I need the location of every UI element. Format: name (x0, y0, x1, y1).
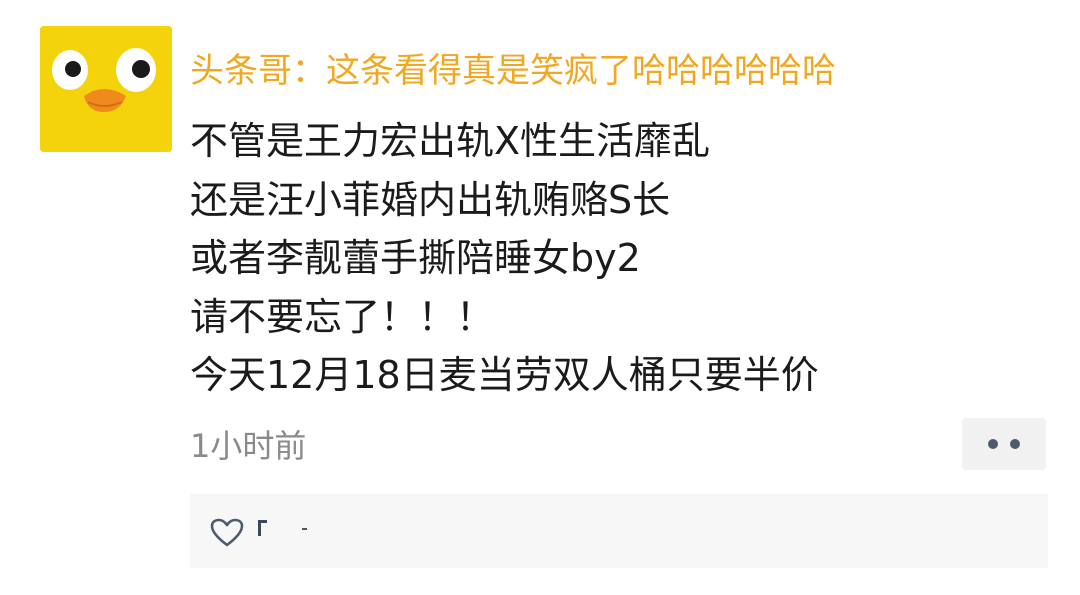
comment-line: 还是汪小菲婚内出轨贿赂S长 (190, 177, 671, 222)
comment-count-icon[interactable] (258, 520, 268, 536)
comment-timestamp: 1小时前 (190, 427, 307, 465)
more-dot-icon (1010, 439, 1020, 449)
comment-line: 不管是王力宏出轨X性生活靡乱 (190, 119, 711, 163)
comment-username[interactable]: 头条哥：这条看得真是笑疯了哈哈哈哈哈哈 (190, 48, 836, 94)
action-bar (190, 494, 1048, 568)
avatar[interactable] (40, 26, 172, 152)
divider (302, 528, 307, 530)
comment-body: 不管是王力宏出轨X性生活靡乱 还是汪小菲婚内出轨贿赂S长 或者李靓蕾手撕陪睡女b… (190, 112, 819, 405)
comment-line: 或者李靓蕾手撕陪睡女by2 (190, 236, 641, 280)
more-dot-icon (988, 439, 998, 449)
more-options-button[interactable] (962, 418, 1046, 470)
comment-line: 请不要忘了！！！ (190, 294, 495, 339)
duck-avatar-icon (40, 26, 172, 152)
comment-line: 今天12月18日麦当劳双人桶只要半价 (190, 353, 819, 397)
like-icon[interactable] (210, 518, 244, 548)
